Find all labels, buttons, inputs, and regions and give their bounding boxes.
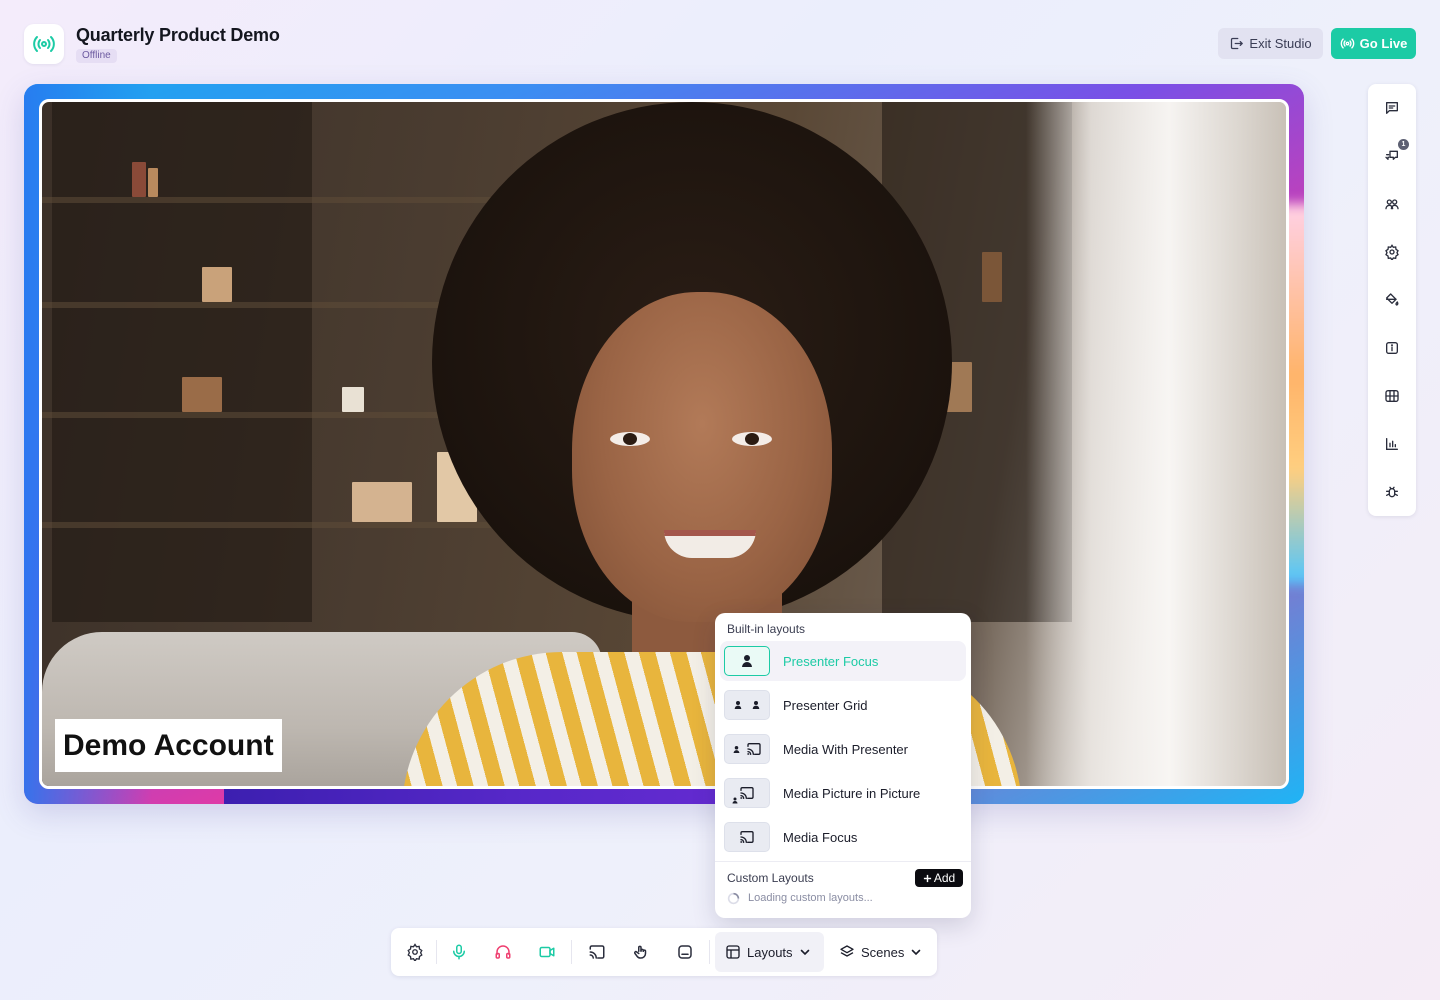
cast-icon	[740, 831, 754, 843]
chat-button[interactable]	[1380, 96, 1404, 120]
layout-media-focus[interactable]: Media Focus	[720, 817, 966, 857]
layout-label: Media Picture in Picture	[783, 785, 921, 801]
person-icon	[742, 655, 752, 667]
custom-layouts-heading: Custom Layouts	[727, 871, 814, 885]
media-icon	[1385, 390, 1399, 402]
person-icon	[733, 745, 739, 753]
exit-icon	[1231, 37, 1244, 50]
cast-icon	[746, 743, 761, 755]
layouts-menu: Built-in layouts Presenter Focus Present…	[715, 613, 971, 918]
app-logo	[24, 24, 64, 64]
layout-thumbnail	[724, 822, 770, 852]
person-icon	[752, 701, 760, 709]
loading-indicator: Loading custom layouts...	[727, 891, 873, 905]
loading-text: Loading custom layouts...	[748, 892, 873, 904]
paint-bucket-icon	[1386, 293, 1399, 306]
debug-button[interactable]	[1380, 480, 1404, 504]
plus-icon	[923, 874, 931, 882]
builtin-layouts-heading: Built-in layouts	[727, 622, 806, 636]
video-camera-icon	[539, 946, 555, 958]
layout-icon	[726, 945, 740, 959]
analytics-icon	[1386, 438, 1398, 450]
layout-presenter-focus[interactable]: Presenter Focus	[720, 641, 966, 681]
analytics-button[interactable]	[1380, 432, 1404, 456]
comments-count-badge: 1	[1398, 139, 1409, 150]
chat-icon	[1386, 102, 1398, 114]
layout-thumbnail	[724, 690, 770, 720]
pointer-button[interactable]	[629, 940, 653, 964]
captions-button[interactable]	[673, 940, 697, 964]
microphone-icon	[453, 944, 465, 960]
chevron-down-icon	[912, 949, 921, 956]
media-button[interactable]	[1380, 384, 1404, 408]
layout-thumbnail	[724, 646, 770, 676]
scenes-button[interactable]: Scenes	[831, 932, 931, 972]
bottom-toolbar: Layouts Scenes	[391, 928, 937, 976]
layers-icon	[840, 945, 854, 957]
page-title: Quarterly Product Demo	[76, 25, 280, 45]
layouts-label: Layouts	[747, 944, 793, 960]
microphone-button[interactable]	[447, 940, 471, 964]
captions-icon	[678, 945, 692, 959]
cast-icon	[589, 945, 605, 959]
go-live-button[interactable]: Go Live	[1331, 28, 1416, 59]
layout-label: Media Focus	[783, 829, 858, 845]
layouts-button[interactable]: Layouts	[715, 932, 824, 972]
add-label: Add	[933, 871, 956, 885]
person-icon	[732, 797, 738, 804]
presenter-name-label: Demo Account	[55, 719, 282, 772]
brand-button[interactable]	[1380, 288, 1404, 312]
settings-icon	[407, 943, 423, 961]
camera-button[interactable]	[535, 940, 559, 964]
presenter-video[interactable]	[39, 99, 1289, 789]
headphones-button[interactable]	[491, 940, 515, 964]
participants-icon	[1385, 199, 1399, 210]
settings-button[interactable]	[403, 940, 427, 964]
comments-icon	[1385, 150, 1398, 160]
layout-label: Presenter Focus	[783, 653, 879, 669]
layout-label: Presenter Grid	[783, 697, 868, 713]
touch-pointer-icon	[633, 945, 647, 959]
exit-studio-label: Exit Studio	[1249, 36, 1312, 51]
layout-label: Media With Presenter	[783, 741, 908, 757]
layout-media-picture-in-picture[interactable]: Media Picture in Picture	[720, 773, 966, 813]
share-screen-button[interactable]	[585, 940, 609, 964]
spinner-icon	[727, 892, 740, 904]
layout-presenter-grid[interactable]: Presenter Grid	[720, 685, 966, 725]
headphones-icon	[495, 945, 511, 959]
status-badge: Offline	[76, 49, 117, 63]
bug-icon	[1386, 486, 1398, 498]
go-live-label: Go Live	[1359, 36, 1408, 51]
person-icon	[734, 701, 742, 709]
layout-media-with-presenter[interactable]: Media With Presenter	[720, 729, 966, 769]
settings-icon	[1385, 244, 1399, 260]
settings-button[interactable]	[1380, 240, 1404, 264]
exit-studio-button[interactable]: Exit Studio	[1218, 28, 1323, 59]
broadcast-icon	[33, 36, 55, 52]
info-icon	[1386, 342, 1398, 354]
right-sidebar	[1368, 84, 1416, 516]
scenes-label: Scenes	[861, 944, 905, 960]
info-button[interactable]	[1380, 336, 1404, 360]
add-custom-layout-button[interactable]: Add	[915, 869, 963, 887]
participants-button[interactable]	[1380, 192, 1404, 216]
menu-divider	[715, 861, 971, 862]
cast-icon	[740, 787, 754, 799]
broadcast-icon	[1340, 38, 1354, 49]
chevron-down-icon	[800, 949, 809, 956]
layout-thumbnail	[724, 778, 770, 808]
layout-thumbnail	[724, 734, 770, 764]
